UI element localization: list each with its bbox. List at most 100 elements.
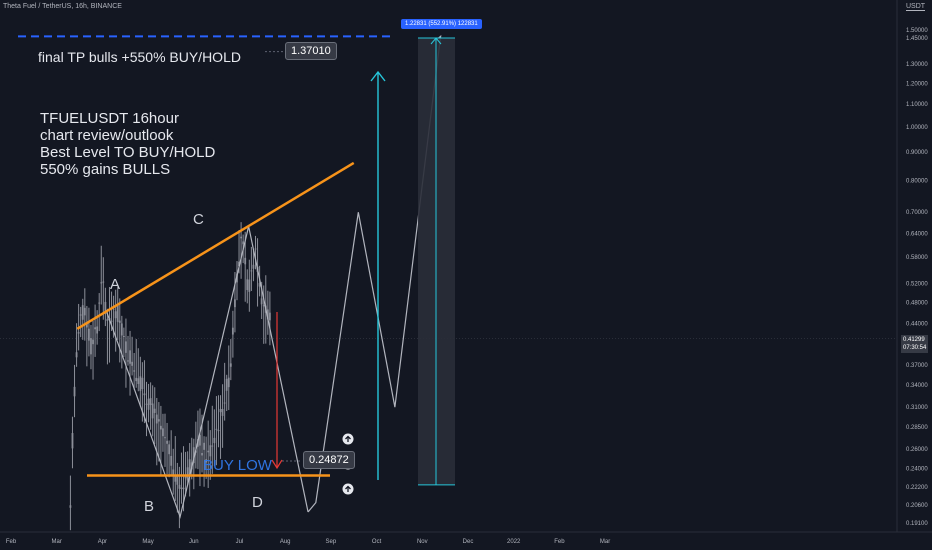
x-tick-label: Dec xyxy=(463,539,474,545)
candle-body xyxy=(252,264,255,269)
candle-body xyxy=(246,279,249,291)
candle-body xyxy=(229,363,232,367)
currency-label[interactable]: USDT xyxy=(906,3,926,11)
candle-body xyxy=(149,398,152,406)
x-tick-label: Sep xyxy=(326,539,337,545)
up-circle-icon[interactable] xyxy=(342,433,354,445)
chart-title: Theta Fuel / TetherUS, 16h, BINANCE xyxy=(3,3,122,10)
y-tick-label: 1.30000 xyxy=(906,62,928,68)
candle-body xyxy=(240,236,242,239)
y-tick-label: 0.26000 xyxy=(906,447,928,453)
candle-body xyxy=(131,361,134,366)
candle-body xyxy=(96,326,99,334)
y-tick-label: 0.19100 xyxy=(906,521,928,527)
y-tick-label: 0.70000 xyxy=(906,210,928,216)
candle-body xyxy=(159,425,162,430)
candle-body xyxy=(260,298,263,305)
x-tick-label: Feb xyxy=(6,539,17,545)
x-tick-label: Aug xyxy=(280,539,291,545)
candle-body xyxy=(250,270,253,272)
up-circle-icon[interactable] xyxy=(342,483,354,495)
last-price-badge: 0.41299 07:30:54 xyxy=(901,335,929,353)
candle-body xyxy=(242,241,245,245)
candle-body xyxy=(162,428,164,437)
resistance-trendline[interactable] xyxy=(76,161,355,330)
buy-low-label[interactable]: BUY LOW xyxy=(203,457,272,474)
candle-body xyxy=(122,336,125,338)
x-tick-label: 2022 xyxy=(507,539,521,545)
buy-price-tag[interactable]: 0.24872 xyxy=(303,451,355,469)
candle-body xyxy=(69,505,72,508)
candle-body xyxy=(102,281,105,283)
candle-body xyxy=(213,437,216,444)
countdown-value: 07:30:54 xyxy=(903,345,927,351)
candle-body xyxy=(143,393,146,396)
candle-body xyxy=(209,445,212,457)
candle-body xyxy=(106,318,109,321)
review-line-1: TFUELUSDT 16hour xyxy=(40,110,179,127)
candle-body xyxy=(221,409,224,416)
candle-body xyxy=(231,327,234,335)
candle-body xyxy=(153,408,156,413)
review-line-4: 550% gains BULLS xyxy=(40,161,171,178)
candle-body xyxy=(168,444,171,455)
candle-body xyxy=(227,377,230,388)
y-tick-label: 0.24000 xyxy=(906,466,928,472)
candle-body xyxy=(110,320,113,322)
candle-body xyxy=(79,314,82,316)
candle-body xyxy=(120,323,123,336)
candle-body xyxy=(151,403,154,419)
candle-body xyxy=(125,341,127,353)
x-tick-label: Feb xyxy=(554,539,565,545)
candle-body xyxy=(116,304,119,322)
grid xyxy=(0,0,932,533)
candle-body xyxy=(268,312,271,321)
candle-body xyxy=(155,414,158,424)
x-tick-label: Jun xyxy=(189,539,199,545)
final-tp-note[interactable]: final TP bulls +550% BUY/HOLD xyxy=(38,49,241,65)
y-tick-label: 1.10000 xyxy=(906,102,928,108)
candle-body xyxy=(244,257,247,265)
candle-body xyxy=(164,437,166,439)
candle-body xyxy=(180,487,183,489)
wave-label-c: C xyxy=(193,211,204,228)
y-tick-label: 1.00000 xyxy=(906,125,928,131)
candle-body xyxy=(203,442,205,450)
y-tick-label: 0.28500 xyxy=(906,425,928,431)
candle-body xyxy=(100,282,103,284)
candle-body xyxy=(182,487,185,490)
candle-body xyxy=(170,455,173,466)
measure-label[interactable]: 1.22831 (552.91%) 122831 xyxy=(401,19,482,29)
y-tick-label: 0.48000 xyxy=(906,301,928,307)
candle-body xyxy=(81,305,84,320)
candle-body xyxy=(147,398,150,410)
x-tick-label: Apr xyxy=(98,539,107,545)
candle-body xyxy=(207,450,210,453)
candle-body xyxy=(118,320,121,323)
candle-body xyxy=(234,299,236,308)
candle-body xyxy=(129,350,131,364)
y-tick-label: 0.64000 xyxy=(906,232,928,238)
candle-body xyxy=(127,360,129,362)
y-tick-label: 1.20000 xyxy=(906,81,928,87)
candle-body xyxy=(139,376,142,391)
wave-label-d: D xyxy=(252,494,263,511)
candle-body xyxy=(75,352,78,358)
x-tick-label: May xyxy=(142,539,153,545)
wave-label-a: A xyxy=(110,276,121,293)
price-axis: 1.50000 1.45000 1.30000 1.20000 1.10000 1.000… xyxy=(906,28,928,527)
candle-body xyxy=(88,328,90,341)
review-note[interactable]: TFUELUSDT 16hour chart review/outlook Be… xyxy=(40,110,215,178)
candle-body xyxy=(254,248,257,250)
candle-body xyxy=(90,338,92,355)
candle-body xyxy=(223,402,226,404)
y-tick-label: 0.80000 xyxy=(906,178,928,184)
candle-body xyxy=(83,307,86,316)
candle-body xyxy=(178,484,181,489)
target-price-tag[interactable]: 1.37010 xyxy=(285,42,337,60)
x-tick-label: Jul xyxy=(236,539,244,545)
candle-body xyxy=(98,302,101,304)
price-chart[interactable]: 1.50000 1.45000 1.30000 1.20000 1.10000 1.000… xyxy=(0,0,932,550)
candle-body xyxy=(186,467,189,481)
chart-overlays xyxy=(18,34,455,519)
